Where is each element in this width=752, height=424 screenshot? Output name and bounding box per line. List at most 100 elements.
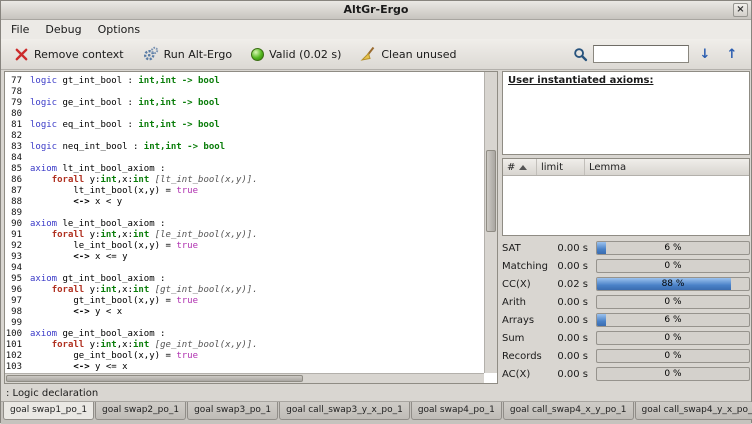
column-header-index[interactable]: # bbox=[503, 159, 537, 175]
stat-row-arith: Arith0.00 s0 % bbox=[502, 293, 750, 311]
column-lemma-label: Lemma bbox=[589, 162, 626, 173]
code-line[interactable]: 96 forall y:int,x:int [gt_int_bool(x,y)]… bbox=[5, 285, 484, 296]
code-text: <-> y <= x bbox=[30, 362, 128, 373]
code-line[interactable]: 99 bbox=[5, 318, 484, 329]
code-line[interactable]: 92 le_int_bool(x,y) = true bbox=[5, 241, 484, 252]
code-token bbox=[30, 252, 73, 262]
code-token: int bbox=[100, 340, 116, 350]
code-editor[interactable]: 7677logic gt_int_bool : int,int -> bool7… bbox=[5, 72, 484, 373]
code-token: int bbox=[133, 285, 149, 295]
tab-goal-swap4_po_1[interactable]: goal swap4_po_1 bbox=[411, 402, 502, 420]
code-token: ,x: bbox=[117, 230, 133, 240]
code-token: <-> bbox=[73, 252, 89, 262]
code-line[interactable]: 94 bbox=[5, 263, 484, 274]
code-line[interactable]: 89 bbox=[5, 208, 484, 219]
column-header-limit[interactable]: limit bbox=[537, 159, 585, 175]
editor-vscrollbar[interactable] bbox=[484, 72, 497, 373]
clean-unused-button[interactable]: Clean unused bbox=[353, 43, 463, 65]
code-line[interactable]: 79logic ge_int_bool : int,int -> bool bbox=[5, 98, 484, 109]
editor-pane: 7677logic gt_int_bool : int,int -> bool7… bbox=[4, 71, 498, 384]
code-line[interactable]: 101 forall y:int,x:int [ge_int_bool(x,y)… bbox=[5, 340, 484, 351]
code-line[interactable]: 93 <-> x <= y bbox=[5, 252, 484, 263]
code-token: int,int -> bool bbox=[138, 98, 219, 108]
code-line[interactable]: 95axiom gt_int_bool_axiom : bbox=[5, 274, 484, 285]
run-alt-ergo-button[interactable]: Run Alt-Ergo bbox=[136, 43, 239, 65]
search-prev-button[interactable]: ↑ bbox=[721, 44, 743, 64]
code-token: le_int_bool_axiom : bbox=[57, 219, 165, 229]
line-number: 89 bbox=[5, 208, 30, 219]
progress-label: 0 % bbox=[597, 296, 749, 308]
progress-label: 88 % bbox=[597, 278, 749, 290]
code-token: gt_int_bool(x,y) = bbox=[30, 296, 176, 306]
code-line[interactable]: 85axiom lt_int_bool_axiom : bbox=[5, 164, 484, 175]
code-text: logic neq_int_bool : int,int -> bool bbox=[30, 142, 225, 153]
stat-time: 0.00 s bbox=[552, 369, 596, 380]
line-number: 97 bbox=[5, 296, 30, 307]
tab-goal-call_swap3_y_x_po_1[interactable]: goal call_swap3_y_x_po_1 bbox=[279, 402, 410, 420]
tab-goal-swap1_po_1[interactable]: goal swap1_po_1 bbox=[3, 402, 94, 420]
code-token: axiom bbox=[30, 329, 57, 339]
progress-bar: 88 % bbox=[596, 277, 750, 291]
code-token: int,int -> bool bbox=[144, 142, 225, 152]
code-token: neq_int_bool : bbox=[57, 142, 144, 152]
column-header-lemma[interactable]: Lemma bbox=[585, 159, 749, 175]
tab-goal-swap3_po_1[interactable]: goal swap3_po_1 bbox=[187, 402, 278, 420]
code-line[interactable]: 91 forall y:int,x:int [le_int_bool(x,y)]… bbox=[5, 230, 484, 241]
code-line[interactable]: 97 gt_int_bool(x,y) = true bbox=[5, 296, 484, 307]
code-line[interactable]: 77logic gt_int_bool : int,int -> bool bbox=[5, 76, 484, 87]
hscrollbar-thumb[interactable] bbox=[6, 375, 303, 382]
tab-goal-swap2_po_1[interactable]: goal swap2_po_1 bbox=[95, 402, 186, 420]
code-token: int bbox=[100, 175, 116, 185]
code-line[interactable]: 103 <-> y <= x bbox=[5, 362, 484, 373]
code-line[interactable]: 90axiom le_int_bool_axiom : bbox=[5, 219, 484, 230]
code-line[interactable]: 87 lt_int_bool(x,y) = true bbox=[5, 186, 484, 197]
editor-hscrollbar[interactable] bbox=[5, 373, 484, 383]
stat-label: Sum bbox=[502, 333, 552, 344]
code-line[interactable]: 102 ge_int_bool(x,y) = true bbox=[5, 351, 484, 362]
code-text: lt_int_bool(x,y) = true bbox=[30, 186, 198, 197]
line-number: 99 bbox=[5, 318, 30, 329]
code-text: <-> y < x bbox=[30, 307, 122, 318]
close-button[interactable]: × bbox=[733, 3, 748, 17]
menu-item-debug[interactable]: Debug bbox=[37, 21, 89, 38]
stat-label: SAT bbox=[502, 243, 552, 254]
code-token: y: bbox=[84, 230, 100, 240]
code-token: logic bbox=[30, 142, 57, 152]
code-line[interactable]: 88 <-> x < y bbox=[5, 197, 484, 208]
stat-row-arrays: Arrays0.00 s6 % bbox=[502, 311, 750, 329]
remove-context-button[interactable]: Remove context bbox=[7, 44, 131, 65]
code-token bbox=[30, 197, 73, 207]
code-token: [gt_int_bool(x,y)]. bbox=[155, 285, 258, 295]
line-number: 92 bbox=[5, 241, 30, 252]
tab-goal-call_swap4_y_x_po_1[interactable]: goal call_swap4_y_x_po_1 bbox=[635, 402, 752, 420]
code-token bbox=[30, 230, 52, 240]
progress-label: 0 % bbox=[597, 332, 749, 344]
line-number: 82 bbox=[5, 131, 30, 142]
menu-item-options[interactable]: Options bbox=[90, 21, 148, 38]
code-token: y: bbox=[84, 340, 100, 350]
remove-context-icon bbox=[14, 47, 29, 62]
line-number: 93 bbox=[5, 252, 30, 263]
code-line[interactable]: 98 <-> y < x bbox=[5, 307, 484, 318]
stat-label: Arith bbox=[502, 297, 552, 308]
code-line[interactable]: 86 forall y:int,x:int [lt_int_bool(x,y)]… bbox=[5, 175, 484, 186]
code-line[interactable]: 82 bbox=[5, 131, 484, 142]
code-line[interactable]: 78 bbox=[5, 87, 484, 98]
vscrollbar-thumb[interactable] bbox=[486, 150, 496, 231]
code-line[interactable]: 83logic neq_int_bool : int,int -> bool bbox=[5, 142, 484, 153]
code-text: forall y:int,x:int [gt_int_bool(x,y)]. bbox=[30, 285, 258, 296]
sort-ascending-icon bbox=[519, 165, 527, 170]
code-token: ,x: bbox=[117, 285, 133, 295]
lemma-table: # limit Lemma bbox=[502, 158, 750, 236]
code-line[interactable]: 81logic eq_int_bool : int,int -> bool bbox=[5, 120, 484, 131]
search-next-button[interactable]: ↓ bbox=[694, 44, 716, 64]
code-line[interactable]: 84 bbox=[5, 153, 484, 164]
menu-item-file[interactable]: File bbox=[3, 21, 37, 38]
code-line[interactable]: 100axiom ge_int_bool_axiom : bbox=[5, 329, 484, 340]
search-input[interactable] bbox=[593, 45, 689, 63]
tab-goal-call_swap4_x_y_po_1[interactable]: goal call_swap4_x_y_po_1 bbox=[503, 402, 634, 420]
code-text: logic gt_int_bool : int,int -> bool bbox=[30, 76, 220, 87]
code-token: x <= y bbox=[90, 252, 128, 262]
code-line[interactable]: 80 bbox=[5, 109, 484, 120]
progress-bar: 0 % bbox=[596, 349, 750, 363]
